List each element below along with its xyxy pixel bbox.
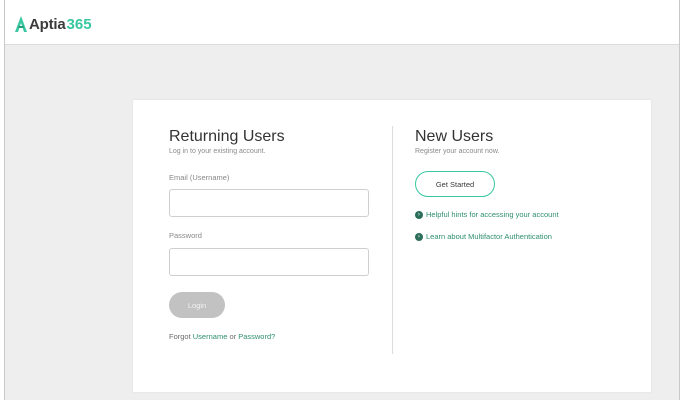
new-users-subtitle: Register your account now. <box>415 148 500 155</box>
password-label: Password <box>169 231 202 240</box>
column-divider <box>392 126 393 354</box>
app-frame: Aptia 365 Returning Users Log in to your… <box>4 0 680 400</box>
forgot-username-link[interactable]: Username <box>193 332 228 341</box>
email-label: Email (Username) <box>169 173 230 182</box>
new-users-title: New Users <box>415 128 494 145</box>
returning-users-title: Returning Users <box>169 128 285 145</box>
forgot-or: or <box>227 332 239 341</box>
top-header: Aptia 365 <box>5 0 679 45</box>
helpful-hints-link[interactable]: › Helpful hints for accessing your accou… <box>415 210 559 219</box>
login-button[interactable]: Login <box>169 292 225 318</box>
forgot-prefix: Forgot <box>169 332 193 341</box>
mfa-info-label: Learn about Multifactor Authentication <box>426 232 552 241</box>
password-field[interactable] <box>169 248 369 276</box>
email-field[interactable] <box>169 189 369 217</box>
brand-logo[interactable]: Aptia 365 <box>14 14 92 34</box>
brand-suffix: 365 <box>66 15 92 33</box>
helpful-hints-label: Helpful hints for accessing your account <box>426 210 559 219</box>
chevron-right-circle-icon: › <box>415 210 423 219</box>
forgot-password-link[interactable]: Password? <box>238 332 275 341</box>
logo-mark-icon <box>15 16 27 32</box>
get-started-button[interactable]: Get Started <box>415 171 495 197</box>
brand-name: Aptia <box>29 15 66 33</box>
mfa-info-link[interactable]: › Learn about Multifactor Authentication <box>415 232 552 241</box>
returning-users-subtitle: Log in to your existing account. <box>169 148 266 155</box>
forgot-credentials: Forgot Username or Password? <box>169 332 275 341</box>
login-card: Returning Users Log in to your existing … <box>133 100 651 392</box>
chevron-right-circle-icon: › <box>415 232 423 241</box>
